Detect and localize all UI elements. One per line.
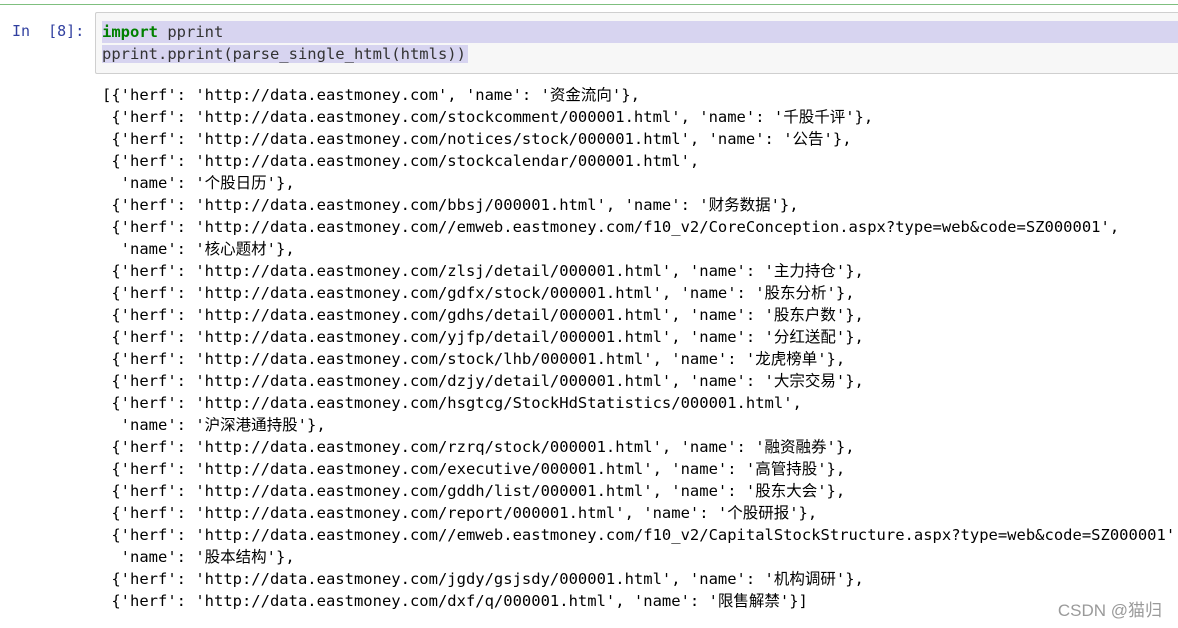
output-line: {'herf': 'http://data.eastmoney.com/gddh…: [102, 482, 846, 500]
output-line: {'herf': 'http://data.eastmoney.com//emw…: [102, 526, 1178, 544]
input-prompt: In [8]:: [12, 22, 85, 40]
output-line: 'name': '股本结构'},: [102, 548, 295, 566]
output-line: {'herf': 'http://data.eastmoney.com/noti…: [102, 130, 852, 148]
output-line: {'herf': 'http://data.eastmoney.com/zlsj…: [102, 262, 864, 280]
output-line: {'herf': 'http://data.eastmoney.com/yjfp…: [102, 328, 864, 346]
output-line: {'herf': 'http://data.eastmoney.com//emw…: [102, 218, 1120, 236]
output-line: {'herf': 'http://data.eastmoney.com/hsgt…: [102, 394, 802, 412]
output-line: 'name': '个股日历'},: [102, 174, 295, 192]
cell-output: [{'herf': 'http://data.eastmoney.com', '…: [102, 84, 1178, 614]
output-line: {'herf': 'http://data.eastmoney.com/stoc…: [102, 350, 846, 368]
output-line: 'name': '沪深港通持股'},: [102, 416, 326, 434]
output-line: {'herf': 'http://data.eastmoney.com/gdfx…: [102, 284, 855, 302]
output-line: {'herf': 'http://data.eastmoney.com/bbsj…: [102, 196, 799, 214]
code-input-cell[interactable]: import pprint pprint.pprint(parse_single…: [95, 12, 1178, 74]
csdn-watermark: CSDN @猫归: [1057, 601, 1162, 620]
output-line: {'herf': 'http://data.eastmoney.com/gdhs…: [102, 306, 864, 324]
code-line-1[interactable]: import pprint: [102, 21, 1178, 43]
cell-top-border: [0, 4, 1178, 5]
output-line: {'herf': 'http://data.eastmoney.com/dxf/…: [102, 592, 808, 610]
output-line: {'herf': 'http://data.eastmoney.com/stoc…: [102, 108, 874, 126]
output-line: {'herf': 'http://data.eastmoney.com/repo…: [102, 504, 818, 522]
output-line: {'herf': 'http://data.eastmoney.com/exec…: [102, 460, 846, 478]
output-line: {'herf': 'http://data.eastmoney.com/rzrq…: [102, 438, 855, 456]
output-line: {'herf': 'http://data.eastmoney.com/stoc…: [102, 152, 700, 170]
output-line: [{'herf': 'http://data.eastmoney.com', '…: [102, 86, 640, 104]
code-line-2-text: pprint.pprint(parse_single_html(htmls)): [102, 45, 468, 63]
output-line: 'name': '核心题材'},: [102, 240, 295, 258]
code-line-2[interactable]: pprint.pprint(parse_single_html(htmls)): [102, 43, 468, 65]
import-module: pprint: [158, 23, 224, 41]
output-line: {'herf': 'http://data.eastmoney.com/jgdy…: [102, 570, 864, 588]
import-keyword: import: [102, 23, 158, 41]
output-line: {'herf': 'http://data.eastmoney.com/dzjy…: [102, 372, 864, 390]
